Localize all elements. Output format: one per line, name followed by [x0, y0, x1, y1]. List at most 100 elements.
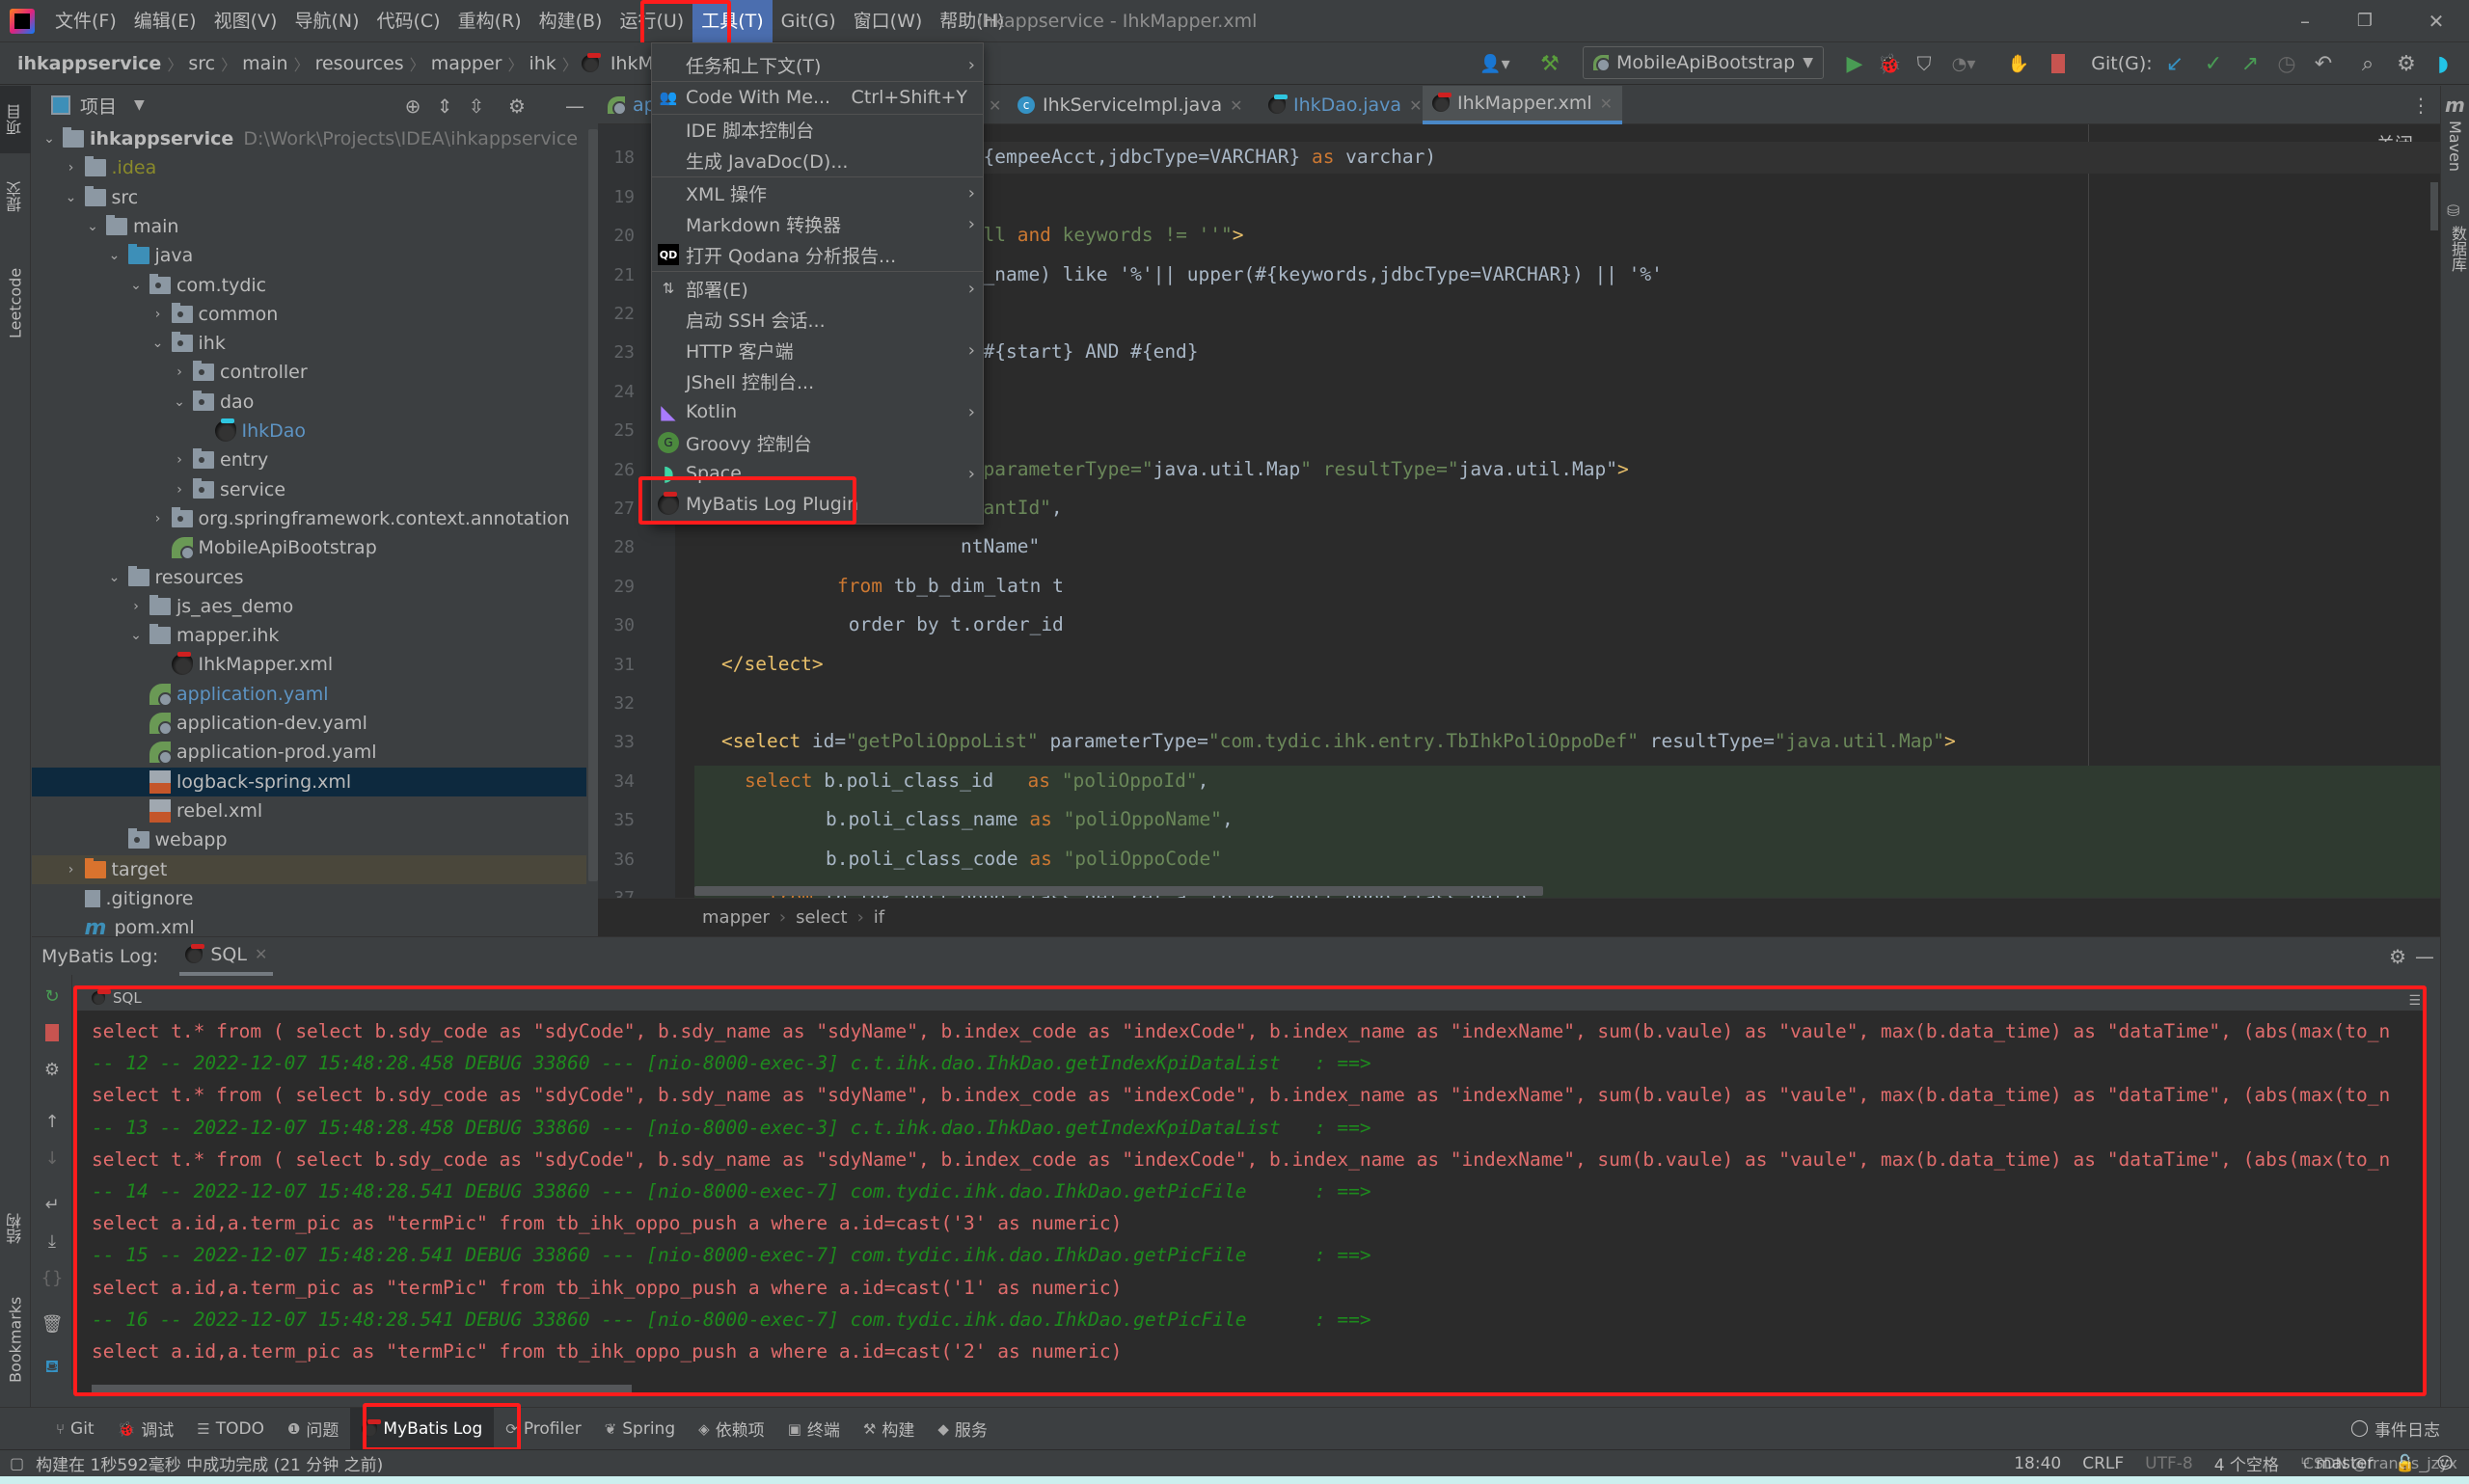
line-separator[interactable]: CRLF: [2082, 1454, 2124, 1473]
menu-item-8[interactable]: 启动 SSH 会话...: [652, 304, 983, 335]
collapse-all-icon[interactable]: ⇳: [464, 94, 489, 119]
chevron-down-icon[interactable]: ⌄: [126, 628, 146, 643]
chevron-right-icon[interactable]: ›: [170, 452, 189, 468]
indent-setting[interactable]: 4 个空格: [2214, 1451, 2279, 1475]
log-sql-line[interactable]: select a.id,a.term_pic as "termPic" from…: [92, 1277, 1122, 1299]
menu-item-4[interactable]: XML 操作 ›: [652, 177, 983, 208]
settings-gear-icon[interactable]: ⚙: [2392, 48, 2421, 79]
menu-7[interactable]: 运行(U): [610, 0, 692, 42]
log-sql-line[interactable]: select t.* from ( select b.sdy_code as "…: [92, 1020, 2390, 1042]
tree-item[interactable]: › controller: [32, 358, 586, 387]
tree-item[interactable]: › js_aes_demo: [32, 592, 586, 621]
tree-item[interactable]: application.yaml: [32, 680, 586, 709]
log-sql-line[interactable]: select t.* from ( select b.sdy_code as "…: [92, 1148, 2390, 1171]
tree-item[interactable]: › common: [32, 300, 586, 329]
log-meta-line[interactable]: -- 15 -- 2022-12-07 15:48:28.541 DEBUG 3…: [92, 1244, 1371, 1266]
menu-item-3[interactable]: 生成 JavaDoc(D)...: [652, 145, 983, 175]
tool-window-服务[interactable]: ◆ 服务: [926, 1408, 999, 1450]
close-icon[interactable]: ✕: [1600, 94, 1613, 113]
horizontal-scrollbar[interactable]: [694, 886, 1543, 896]
tree-item[interactable]: logback-spring.xml: [32, 767, 586, 796]
tree-item[interactable]: ⌄ ihkappservice D:\Work\Projects\IDEA\ihka…: [32, 124, 586, 153]
menu-item-1[interactable]: 👥 Code With Me... Ctrl+Shift+Y: [652, 82, 983, 113]
menu-item-6[interactable]: QD 打开 Qodana 分析报告...: [652, 239, 983, 270]
tool-window-终端[interactable]: ▣ 终端: [776, 1408, 852, 1450]
stripe-tab-bookmarks[interactable]: Bookmarks: [0, 1282, 31, 1397]
expand-all-icon[interactable]: ⇕: [432, 94, 457, 119]
menu-5[interactable]: 重构(R): [449, 0, 530, 42]
menu-4[interactable]: 代码(C): [367, 0, 448, 42]
breadcrumb-item[interactable]: resources: [310, 53, 410, 74]
tool-window-profiler[interactable]: ⟳ Profiler: [494, 1408, 592, 1450]
tree-item[interactable]: IhkDao: [32, 417, 586, 445]
stripe-tab-commit[interactable]: 提交: [0, 163, 31, 230]
tool-window-调试[interactable]: 🐞 调试: [106, 1408, 186, 1450]
tree-item[interactable]: ⌄ mapper.ihk: [32, 621, 586, 650]
profile-icon[interactable]: ◔▾: [1944, 48, 1983, 79]
stop-icon[interactable]: [2047, 48, 2070, 79]
tree-item[interactable]: IhkMapper.xml: [32, 650, 586, 679]
log-meta-line[interactable]: -- 13 -- 2022-12-07 15:48:28.458 DEBUG 3…: [92, 1117, 1371, 1139]
settings-gear-icon[interactable]: ⚙: [504, 94, 529, 119]
breadcrumb-item[interactable]: main: [236, 53, 293, 74]
tree-item[interactable]: MobileApiBootstrap: [32, 533, 586, 562]
editor-tab-ihkserviceimpl[interactable]: c IhkServiceImpl.java ✕: [1008, 86, 1253, 124]
chevron-down-icon[interactable]: ⌄: [40, 131, 59, 147]
stripe-tab-leetcode[interactable]: Leetcode: [0, 250, 31, 356]
menu-9[interactable]: Git(G): [773, 0, 845, 42]
xml-breadcrumb-item[interactable]: select: [796, 907, 847, 928]
status-layout-icon[interactable]: ▢: [10, 1454, 24, 1472]
tree-item[interactable]: ⌄ main: [32, 212, 586, 241]
mybatis-log-console[interactable]: SQL select t.* from ( select b.sdy_code …: [74, 985, 2423, 1392]
editor-tab-ihkmapper[interactable]: IhkMapper.xml ✕: [1423, 86, 1623, 124]
horizontal-scrollbar[interactable]: [92, 1385, 632, 1392]
minimize-button[interactable]: –: [2276, 0, 2334, 42]
menu-8[interactable]: 工具(T): [692, 0, 773, 42]
editor-tab-ihkdao[interactable]: IhkDao.java ✕: [1259, 86, 1431, 124]
breadcrumb-item[interactable]: mapper: [425, 53, 508, 74]
menu-3[interactable]: 导航(N): [285, 0, 367, 42]
clear-trash-icon[interactable]: 🗑: [41, 1312, 64, 1336]
log-meta-line[interactable]: -- 14 -- 2022-12-07 15:48:28.541 DEBUG 3…: [92, 1180, 1371, 1202]
settings-gear-icon[interactable]: ⚙: [41, 1058, 64, 1081]
chevron-right-icon[interactable]: ›: [170, 482, 189, 498]
event-log-button[interactable]: ◯ 事件日志: [2350, 1407, 2440, 1449]
git-push-icon[interactable]: ↗: [2236, 48, 2265, 79]
chevron-down-icon[interactable]: ⌄: [126, 278, 146, 293]
tree-item[interactable]: application-prod.yaml: [32, 738, 586, 767]
menu-item-5[interactable]: Markdown 转换器 ›: [652, 208, 983, 239]
toolbox-icon[interactable]: ◗: [2428, 48, 2457, 79]
tree-item[interactable]: › entry: [32, 445, 586, 474]
rerun-icon[interactable]: ↻: [41, 985, 64, 1008]
scroll-down-icon[interactable]: ↓: [41, 1147, 64, 1170]
tree-item[interactable]: ⌄ java: [32, 241, 586, 270]
console-menu-icon[interactable]: ☰: [2408, 993, 2421, 1009]
build-hammer-icon[interactable]: ⚒: [1535, 48, 1564, 79]
tree-item[interactable]: ⌄ ihk: [32, 329, 586, 358]
chevron-right-icon[interactable]: ›: [62, 160, 81, 175]
tree-item[interactable]: › service: [32, 475, 586, 504]
tree-item[interactable]: application-dev.yaml: [32, 709, 586, 738]
close-icon[interactable]: ✕: [255, 945, 267, 963]
vertical-scrollbar[interactable]: [2430, 182, 2438, 230]
tool-window-问题[interactable]: ❶ 问题: [276, 1408, 350, 1450]
menu-0[interactable]: 文件(F): [46, 0, 125, 42]
tool-window-mybatis-log[interactable]: MyBatis Log: [350, 1407, 495, 1450]
account-icon[interactable]: 👤▾: [1476, 48, 1514, 79]
status-message[interactable]: 构建在 1秒592毫秒 中成功完成 (21 分钟 之前): [36, 1451, 383, 1475]
close-icon[interactable]: ✕: [989, 96, 1001, 115]
tree-item[interactable]: › .idea: [32, 153, 586, 182]
menu-item-11[interactable]: ◣ Kotlin ›: [652, 396, 983, 427]
chevron-down-icon[interactable]: ▼: [134, 97, 145, 113]
breadcrumb-item[interactable]: ihkappservice: [0, 53, 167, 74]
log-sql-line[interactable]: select a.id,a.term_pic as "termPic" from…: [92, 1340, 1122, 1363]
stripe-tab-maven[interactable]: Maven: [2446, 121, 2464, 172]
tree-item[interactable]: webapp: [32, 825, 586, 854]
hide-panel-icon[interactable]: —: [2415, 945, 2434, 968]
run-icon[interactable]: ▶: [1840, 48, 1869, 79]
rollback-icon[interactable]: ↶: [2309, 48, 2338, 79]
run-configuration-select[interactable]: MobileApiBootstrap ▼: [1583, 46, 1824, 79]
tree-item[interactable]: ⌄ com.tydic: [32, 271, 586, 300]
git-commit-icon[interactable]: ✓: [2199, 48, 2228, 79]
close-icon[interactable]: ✕: [1409, 96, 1422, 115]
